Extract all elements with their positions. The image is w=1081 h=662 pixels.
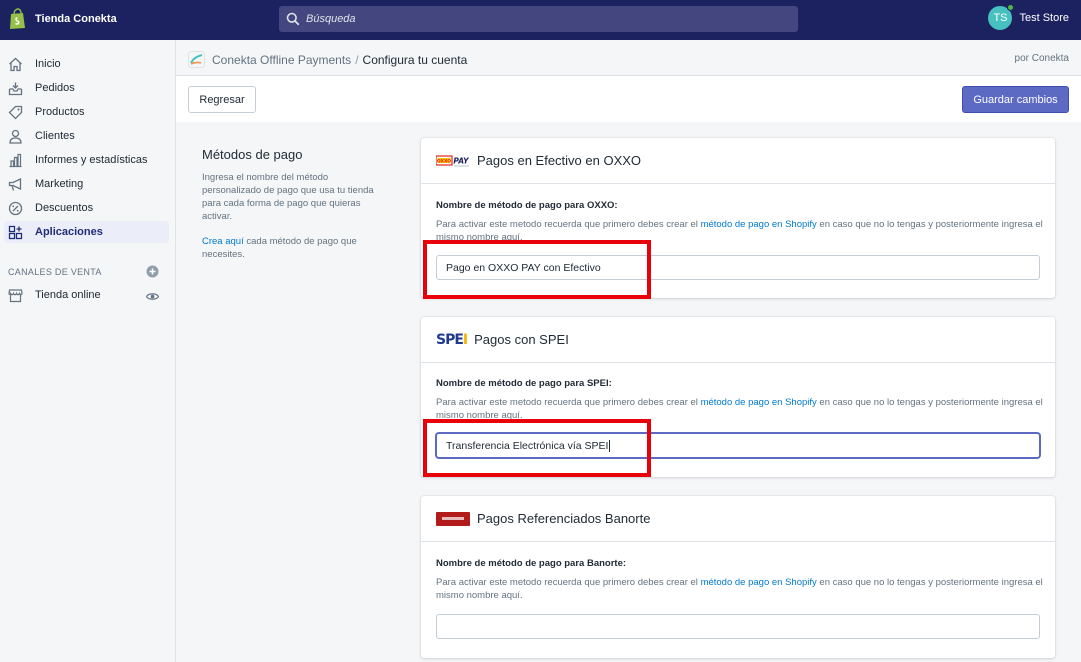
svg-text:OXXO: OXXO — [437, 158, 451, 164]
card-title: Pagos Referenciados Banorte — [477, 511, 651, 526]
search-placeholder: Búsqueda — [306, 13, 356, 25]
conekta-app-icon — [188, 51, 205, 68]
breadcrumb: Conekta Offline Payments / Configura tu … — [188, 51, 467, 68]
account-name: Test Store — [1019, 12, 1069, 24]
banorte-logo — [436, 511, 470, 526]
sidebar-item-label: Productos — [35, 106, 85, 118]
sidebar-item-aplicaciones[interactable]: Aplicaciones — [4, 221, 169, 243]
banorte-card: Pagos Referenciados Banorte Nombre de mé… — [421, 496, 1055, 658]
sidebar-item-descuentos[interactable]: Descuentos — [4, 197, 169, 219]
save-button[interactable]: Guardar cambios — [962, 86, 1069, 113]
sidebar-item-clientes[interactable]: Clientes — [4, 125, 169, 147]
oxxo-pay-logo: OXXO PAY — [436, 154, 470, 168]
avatar-initials: TS — [993, 12, 1008, 24]
card-title: Pagos con SPEI — [474, 332, 569, 347]
shopify-payment-method-link[interactable]: método de pago en Shopify — [701, 219, 817, 230]
highlight-box-oxxo — [423, 240, 651, 299]
oxxo-field-label: Nombre de método de pago para OXXO: — [436, 200, 618, 211]
banorte-help-text: Para activar este metodo recuerda que pr… — [436, 577, 1043, 601]
sidebar-item-label: Tienda online — [35, 289, 101, 301]
page-title: Configura tu cuenta — [362, 52, 468, 67]
sidebar-item-label: Marketing — [35, 178, 84, 190]
banorte-name-input[interactable] — [436, 614, 1040, 639]
sidebar-item-productos[interactable]: Productos — [4, 101, 169, 123]
shopify-payment-method-link[interactable]: método de pago en Shopify — [701, 397, 817, 408]
add-channel-icon[interactable] — [146, 265, 159, 278]
sidebar-item-label: Descuentos — [35, 202, 94, 214]
sidebar-item-label: Informes y estadísticas — [35, 154, 148, 166]
sidebar: Inicio Pedidos Productos Clientes Inform… — [0, 40, 176, 662]
banorte-field-label: Nombre de método de pago para Banorte: — [436, 558, 627, 569]
spei-logo: SPEI — [436, 331, 468, 348]
online-status-dot — [1007, 4, 1015, 11]
brand[interactable]: Tienda Conekta — [8, 8, 117, 30]
section-description: Ingresa el nombre del método personaliza… — [202, 172, 374, 222]
sidebar-item-label: Pedidos — [35, 82, 75, 94]
card-header: Pagos Referenciados Banorte — [421, 496, 1055, 542]
section-title: Métodos de pago — [202, 147, 303, 162]
top-bar: Tienda Conekta Búsqueda TS Test Store — [0, 0, 1081, 40]
spei-logo-text: SPEI — [436, 331, 468, 348]
oxxo-pay-text: PAY — [453, 156, 470, 165]
orders-icon — [8, 82, 23, 95]
create-here-link[interactable]: Crea aquí — [202, 236, 244, 247]
shopify-payment-method-link[interactable]: método de pago en Shopify — [701, 577, 817, 588]
highlight-box-spei — [423, 419, 651, 477]
oxxo-logo-icon: OXXO PAY — [436, 154, 470, 166]
sidebar-item-label: Inicio — [35, 58, 61, 70]
account-menu[interactable]: TS Test Store — [988, 4, 1069, 30]
sidebar-item-informes[interactable]: Informes y estadísticas — [4, 149, 169, 171]
discount-icon — [8, 201, 23, 215]
avatar: TS — [988, 4, 1015, 30]
spei-field-label: Nombre de método de pago para SPEI: — [436, 378, 612, 389]
breadcrumb-app-link[interactable]: Conekta Offline Payments — [212, 53, 351, 67]
home-icon — [9, 57, 22, 71]
search-bar[interactable]: Búsqueda — [279, 6, 798, 32]
sidebar-item-pedidos[interactable]: Pedidos — [4, 77, 169, 99]
apps-icon — [8, 225, 23, 239]
card-header: OXXO PAY Pagos en Efectivo en OXXO — [421, 138, 1055, 184]
page-header-bg — [176, 76, 1081, 122]
header-divider — [176, 75, 1081, 76]
section-help: Crea aquí cada método de pago que necesi… — [202, 235, 382, 261]
shopify-bag-icon — [10, 8, 25, 29]
card-header: SPEI Pagos con SPEI — [421, 317, 1055, 363]
store-name: Tienda Conekta — [35, 13, 117, 25]
store-icon — [8, 288, 23, 302]
sidebar-item-inicio[interactable]: Inicio — [4, 53, 169, 75]
megaphone-icon — [8, 177, 22, 191]
breadcrumb-separator: / — [355, 52, 359, 67]
back-button[interactable]: Regresar — [188, 86, 256, 113]
sales-channels-heading: CANALES DE VENTA — [8, 267, 102, 277]
tag-icon — [8, 105, 23, 119]
sidebar-item-label: Aplicaciones — [35, 226, 103, 238]
sidebar-item-marketing[interactable]: Marketing — [4, 173, 169, 195]
sidebar-item-label: Clientes — [35, 130, 75, 142]
chart-icon — [9, 153, 22, 167]
card-title: Pagos en Efectivo en OXXO — [477, 153, 642, 168]
person-icon — [9, 129, 22, 144]
developer-credit: por Conekta — [1014, 53, 1069, 64]
sidebar-item-tienda-online[interactable]: Tienda online — [4, 284, 169, 306]
eye-icon[interactable] — [146, 290, 159, 303]
search-icon — [286, 12, 300, 26]
